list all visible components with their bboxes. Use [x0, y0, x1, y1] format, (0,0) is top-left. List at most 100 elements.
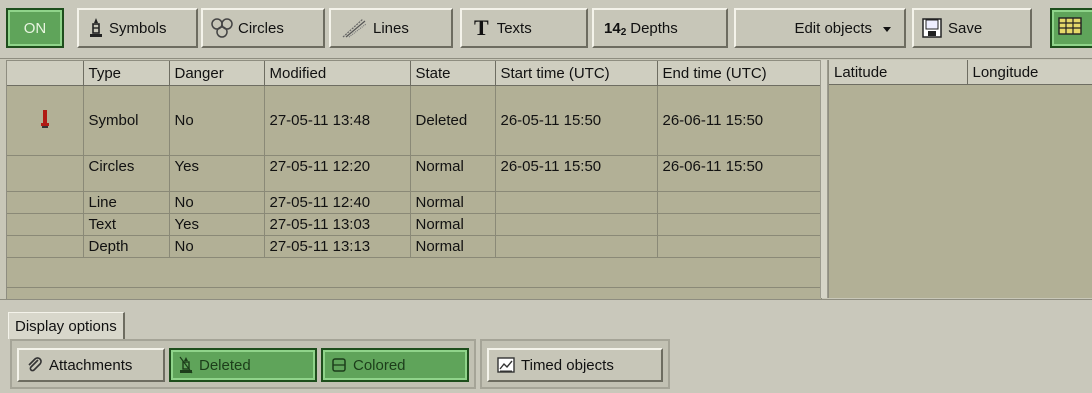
col-header-start-time[interactable]: Start time (UTC): [495, 61, 658, 86]
table-grid-icon: [1058, 16, 1082, 40]
cell-start-time: 26-05-11 15:50: [495, 85, 658, 156]
cell-danger: Yes: [169, 213, 265, 236]
text-icon: T: [474, 15, 489, 40]
cell-danger: No: [169, 85, 265, 156]
toolbar: ON Symbols Circles Lines T Texts 14 2 De…: [0, 0, 1092, 59]
row-icon-cell: [7, 213, 84, 236]
table-header-row: Type Danger Modified State Start time (U…: [7, 61, 821, 86]
coordinates-header-row: Latitude Longitude: [829, 60, 1092, 85]
depth-icon-main: 14: [604, 19, 621, 37]
colored-objects-icon: [331, 357, 347, 373]
col-header-type[interactable]: Type: [83, 61, 170, 86]
cell-state: Normal: [410, 213, 496, 236]
table-row[interactable]: Symbol No 27-05-11 13:48 Deleted 26-05-1…: [7, 85, 821, 156]
table-view-button[interactable]: [1050, 8, 1092, 48]
depth-icon-sub: 2: [620, 26, 627, 38]
lines-button[interactable]: Lines: [329, 8, 453, 48]
cell-type: Circles: [83, 155, 170, 192]
cell-end-time: [657, 235, 821, 258]
cell-modified: 27-05-11 12:20: [264, 155, 411, 192]
cell-start-time: [495, 235, 658, 258]
circles-button[interactable]: Circles: [201, 8, 325, 48]
cell-danger: No: [169, 235, 265, 258]
cell-modified: 27-05-11 13:13: [264, 235, 411, 258]
cell-end-time: [657, 191, 821, 214]
cell-start-time: [495, 213, 658, 236]
cell-state: Normal: [410, 191, 496, 214]
symbols-button[interactable]: Symbols: [77, 8, 198, 48]
display-options-label: Display options: [15, 317, 117, 335]
col-header-modified[interactable]: Modified: [264, 61, 411, 86]
tab-display-options[interactable]: Display options: [8, 312, 125, 339]
col-header-state[interactable]: State: [410, 61, 496, 86]
save-button[interactable]: Save: [912, 8, 1032, 48]
edit-objects-dropdown[interactable]: Edit objects: [734, 8, 906, 48]
cell-state: Deleted: [410, 85, 496, 156]
on-toggle-button[interactable]: ON: [6, 8, 64, 48]
row-icon-cell: [7, 155, 84, 192]
col-header-danger[interactable]: Danger: [169, 61, 265, 86]
cell-modified: 27-05-11 13:03: [264, 213, 411, 236]
save-disk-icon: [922, 18, 942, 38]
coordinates-panel: Latitude Longitude: [828, 60, 1092, 298]
deleted-label: Deleted: [199, 356, 251, 374]
deleted-symbol-icon: [179, 356, 193, 374]
cell-type: Line: [83, 191, 170, 214]
row-icon-cell: [7, 235, 84, 258]
buoy-symbol-icon: [89, 17, 103, 39]
symbols-label: Symbols: [109, 19, 167, 37]
cell-start-time: [495, 191, 658, 214]
texts-button[interactable]: T Texts: [460, 8, 588, 48]
chevron-down-icon: [882, 20, 892, 37]
depths-button[interactable]: 14 2 Depths: [592, 8, 728, 48]
edit-objects-label: Edit objects: [794, 19, 872, 37]
lines-icon: [341, 17, 367, 39]
circles-label: Circles: [238, 19, 284, 37]
paperclip-icon: [27, 357, 43, 373]
table-row[interactable]: Depth No 27-05-11 13:13 Normal: [7, 235, 821, 258]
cell-modified: 27-05-11 12:40: [264, 191, 411, 214]
attachments-label: Attachments: [49, 356, 133, 374]
colored-toggle-button[interactable]: Colored: [321, 348, 469, 382]
save-label: Save: [948, 19, 983, 37]
table-row[interactable]: Line No 27-05-11 12:40 Normal: [7, 191, 821, 214]
col-header-latitude[interactable]: Latitude: [829, 60, 968, 85]
red-marker-icon: [40, 109, 50, 133]
cell-end-time: 26-06-11 15:50: [657, 155, 821, 192]
cell-danger: Yes: [169, 155, 265, 192]
attachments-button[interactable]: Attachments: [17, 348, 165, 382]
colored-label: Colored: [353, 356, 406, 374]
on-label: ON: [23, 19, 47, 37]
col-header-icon[interactable]: [7, 61, 84, 86]
table-row[interactable]: Text Yes 27-05-11 13:03 Normal: [7, 213, 821, 236]
cell-type: Symbol: [83, 85, 170, 156]
timed-objects-button[interactable]: Timed objects: [487, 348, 663, 382]
cell-start-time: 26-05-11 15:50: [495, 155, 658, 192]
deleted-toggle-button[interactable]: Deleted: [169, 348, 317, 382]
cell-state: Normal: [410, 235, 496, 258]
objects-table: Type Danger Modified State Start time (U…: [7, 61, 821, 288]
lines-label: Lines: [373, 19, 409, 37]
cell-end-time: [657, 213, 821, 236]
table-row[interactable]: Circles Yes 27-05-11 12:20 Normal 26-05-…: [7, 155, 821, 192]
texts-label: Texts: [496, 19, 532, 37]
cell-end-time: 26-06-11 15:50: [657, 85, 821, 156]
depths-label: Depths: [630, 19, 678, 37]
col-header-end-time[interactable]: End time (UTC): [657, 61, 821, 86]
coordinates-table: Latitude Longitude: [829, 60, 1092, 85]
depth-sounding-icon: 14 2: [604, 19, 627, 38]
cell-type: Depth: [83, 235, 170, 258]
cell-modified: 27-05-11 13:48: [264, 85, 411, 156]
objects-table-panel: Type Danger Modified State Start time (U…: [6, 60, 822, 300]
row-icon-cell: [7, 85, 84, 156]
timed-objects-label: Timed objects: [521, 356, 614, 374]
display-filter-group: Attachments Deleted Colored: [10, 339, 476, 389]
col-header-longitude[interactable]: Longitude: [967, 60, 1092, 85]
cell-state: Normal: [410, 155, 496, 192]
cell-danger: No: [169, 191, 265, 214]
circles-icon: [209, 17, 235, 39]
timed-objects-group: Timed objects: [480, 339, 670, 389]
cell-type: Text: [83, 213, 170, 236]
display-options-panel: Display options Attachments Deleted Colo…: [0, 299, 1092, 393]
panel-splitter[interactable]: [820, 60, 828, 298]
